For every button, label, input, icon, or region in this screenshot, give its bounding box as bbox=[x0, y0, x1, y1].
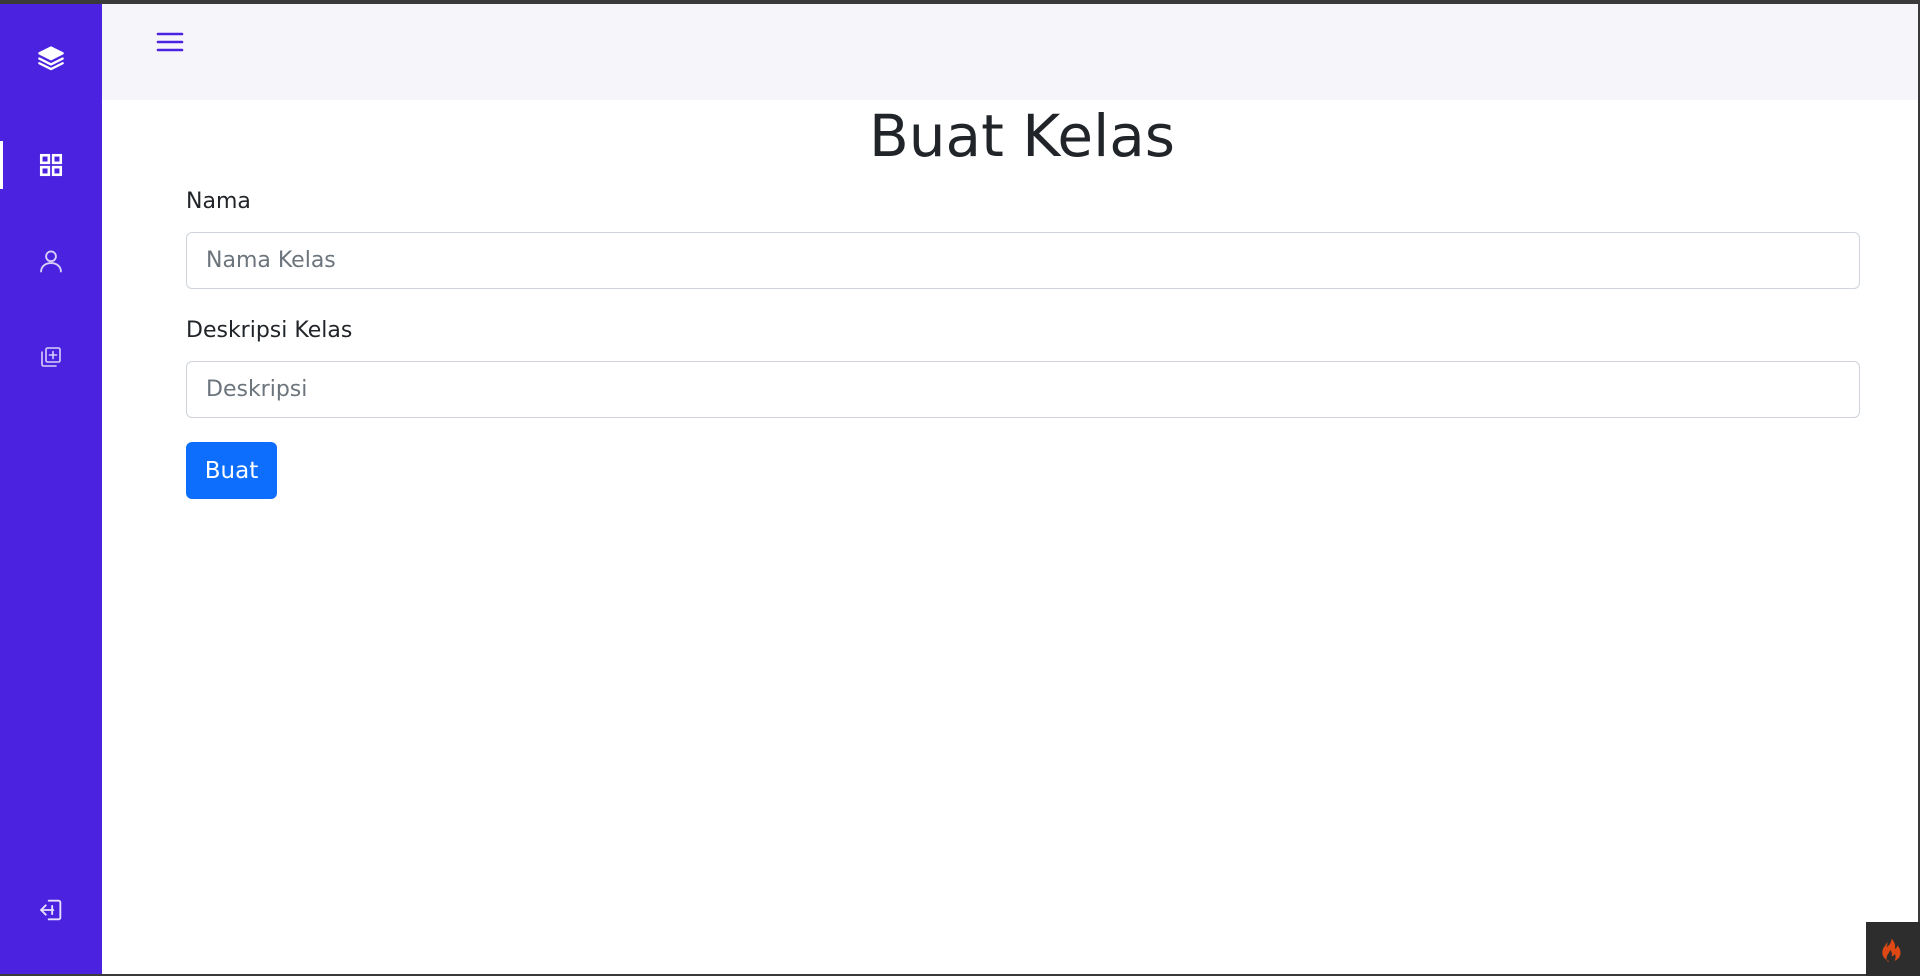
sidebar-item-user[interactable] bbox=[0, 237, 102, 285]
hamburger-menu-button[interactable] bbox=[154, 28, 186, 60]
sidebar bbox=[0, 0, 102, 976]
main-content: Buat Kelas Nama Deskripsi Kelas Buat bbox=[102, 100, 1920, 976]
user-icon bbox=[37, 247, 65, 275]
grid-icon bbox=[38, 152, 64, 178]
add-class-icon bbox=[39, 345, 63, 369]
window-top-border bbox=[0, 0, 1920, 4]
description-label: Deskripsi Kelas bbox=[186, 318, 353, 343]
hamburger-menu-icon bbox=[156, 30, 184, 58]
sidebar-logo[interactable] bbox=[0, 34, 102, 82]
create-class-button[interactable]: Buat bbox=[186, 442, 277, 499]
layers-icon bbox=[37, 44, 65, 72]
sidebar-item-dashboard[interactable] bbox=[0, 141, 102, 189]
top-header bbox=[102, 0, 1920, 100]
sidebar-item-logout[interactable] bbox=[0, 886, 102, 934]
page-title: Buat Kelas bbox=[869, 102, 1175, 170]
logout-icon bbox=[37, 896, 65, 924]
class-description-input[interactable] bbox=[186, 361, 1860, 418]
codeigniter-flame-icon bbox=[1880, 932, 1906, 966]
name-label: Nama bbox=[186, 189, 251, 214]
sidebar-item-add-class[interactable] bbox=[0, 333, 102, 381]
class-name-input[interactable] bbox=[186, 232, 1860, 289]
debug-toolbar-button[interactable] bbox=[1866, 922, 1920, 976]
app-window: Buat Kelas Nama Deskripsi Kelas Buat bbox=[0, 0, 1920, 976]
